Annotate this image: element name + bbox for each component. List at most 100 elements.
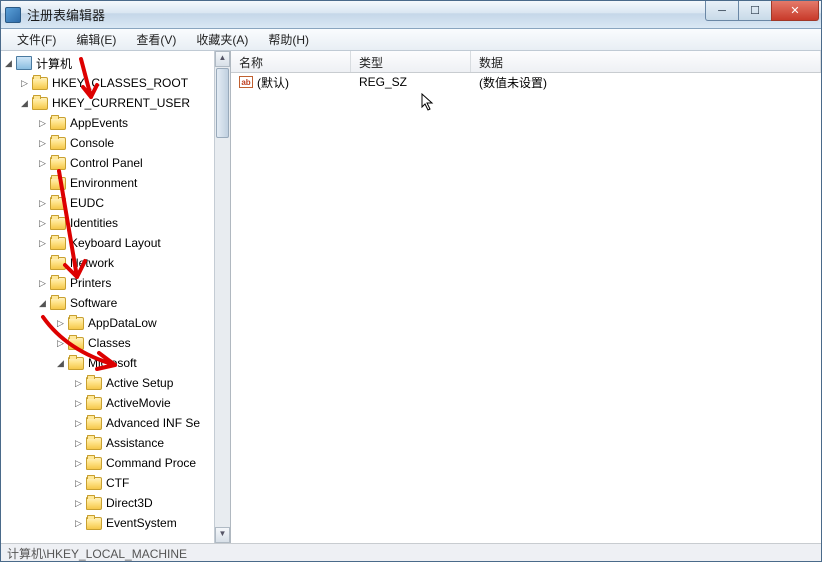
tree-assistance[interactable]: ▷ Assistance	[1, 433, 214, 453]
folder-icon	[50, 197, 66, 210]
scroll-thumb[interactable]	[216, 68, 229, 138]
computer-icon	[16, 56, 32, 70]
menu-file[interactable]: 文件(F)	[7, 29, 66, 50]
tree-label: Control Panel	[70, 156, 143, 170]
app-icon	[5, 7, 21, 23]
expander-icon[interactable]: ◢	[55, 358, 66, 369]
tree-label: HKEY_CLASSES_ROOT	[52, 76, 188, 90]
tree-label: Console	[70, 136, 114, 150]
expander-icon[interactable]: ▷	[37, 138, 48, 149]
folder-icon	[50, 157, 66, 170]
tree-label: Advanced INF Se	[106, 416, 200, 430]
tree-appevents[interactable]: ▷ AppEvents	[1, 113, 214, 133]
tree-hkcu[interactable]: ◢ HKEY_CURRENT_USER	[1, 93, 214, 113]
tree-software[interactable]: ◢ Software	[1, 293, 214, 313]
expander-icon[interactable]: ▷	[37, 218, 48, 229]
tree-identities[interactable]: ▷ Identities	[1, 213, 214, 233]
value-type: REG_SZ	[351, 74, 471, 90]
expander-icon[interactable]: ▷	[73, 498, 84, 509]
minimize-button[interactable]: ─	[705, 1, 739, 21]
expander-icon[interactable]: ◢	[37, 298, 48, 309]
list-row[interactable]: ab (默认) REG_SZ (数值未设置)	[231, 73, 821, 91]
folder-icon	[86, 497, 102, 510]
folder-icon	[68, 337, 84, 350]
statusbar: 计算机\HKEY_LOCAL_MACHINE	[1, 543, 821, 561]
content: ◢ 计算机 ▷ HKEY_CLASSES_ROOT ◢ HKEY_CURRENT…	[1, 51, 821, 543]
folder-icon	[32, 97, 48, 110]
close-button[interactable]: ✕	[771, 1, 819, 21]
registry-tree[interactable]: ◢ 计算机 ▷ HKEY_CLASSES_ROOT ◢ HKEY_CURRENT…	[1, 51, 214, 535]
tree-printers[interactable]: ▷ Printers	[1, 273, 214, 293]
tree-console[interactable]: ▷ Console	[1, 133, 214, 153]
tree-activemovie[interactable]: ▷ ActiveMovie	[1, 393, 214, 413]
expander-icon[interactable]: ▷	[73, 438, 84, 449]
value-data: (数值未设置)	[471, 73, 821, 92]
tree-label: CTF	[106, 476, 129, 490]
expander-icon[interactable]: ▷	[73, 518, 84, 529]
menu-edit[interactable]: 编辑(E)	[66, 29, 126, 50]
tree-activesetup[interactable]: ▷ Active Setup	[1, 373, 214, 393]
folder-icon	[50, 177, 66, 190]
tree-eudc[interactable]: ▷ EUDC	[1, 193, 214, 213]
menu-view[interactable]: 查看(V)	[126, 29, 186, 50]
tree-environment[interactable]: Environment	[1, 173, 214, 193]
expander-icon[interactable]: ◢	[19, 98, 30, 109]
tree-label: 计算机	[36, 55, 72, 72]
tree-advinf[interactable]: ▷ Advanced INF Se	[1, 413, 214, 433]
tree-cmdproc[interactable]: ▷ Command Proce	[1, 453, 214, 473]
expander-icon[interactable]: ◢	[3, 58, 14, 69]
value-list-pane: 名称 类型 数据 ab (默认) REG_SZ (数值未设置)	[231, 51, 821, 543]
tree-label: HKEY_CURRENT_USER	[52, 96, 190, 110]
expander-icon[interactable]: ▷	[73, 418, 84, 429]
menu-help[interactable]: 帮助(H)	[258, 29, 319, 50]
tree-label: Keyboard Layout	[70, 236, 161, 250]
tree-direct3d[interactable]: ▷ Direct3D	[1, 493, 214, 513]
menu-favorites[interactable]: 收藏夹(A)	[186, 29, 258, 50]
tree-label: ActiveMovie	[106, 396, 171, 410]
tree-scrollbar[interactable]: ▲ ▼	[214, 51, 230, 543]
tree-hkcr[interactable]: ▷ HKEY_CLASSES_ROOT	[1, 73, 214, 93]
folder-icon	[50, 137, 66, 150]
folder-icon	[86, 377, 102, 390]
tree-classes[interactable]: ▷ Classes	[1, 333, 214, 353]
folder-icon	[86, 517, 102, 530]
expander-icon[interactable]: ▷	[37, 158, 48, 169]
expander-icon[interactable]: ▷	[73, 398, 84, 409]
expander-icon[interactable]: ▷	[73, 378, 84, 389]
expander-icon[interactable]: ▷	[19, 78, 30, 89]
value-name: (默认)	[257, 74, 289, 91]
tree-controlpanel[interactable]: ▷ Control Panel	[1, 153, 214, 173]
maximize-button[interactable]: ☐	[738, 1, 772, 21]
tree-appdatalow[interactable]: ▷ AppDataLow	[1, 313, 214, 333]
expander-icon[interactable]	[37, 178, 48, 189]
tree-keyboard[interactable]: ▷ Keyboard Layout	[1, 233, 214, 253]
tree-label: Classes	[88, 336, 131, 350]
folder-icon	[86, 437, 102, 450]
expander-icon[interactable]: ▷	[37, 118, 48, 129]
expander-icon[interactable]: ▷	[73, 458, 84, 469]
menubar: 文件(F) 编辑(E) 查看(V) 收藏夹(A) 帮助(H)	[1, 29, 821, 51]
tree-ctf[interactable]: ▷ CTF	[1, 473, 214, 493]
col-header-type[interactable]: 类型	[351, 51, 471, 72]
folder-icon	[50, 237, 66, 250]
col-header-data[interactable]: 数据	[471, 51, 821, 72]
expander-icon[interactable]: ▷	[73, 478, 84, 489]
tree-microsoft[interactable]: ◢ Microsoft	[1, 353, 214, 373]
tree-network[interactable]: Network	[1, 253, 214, 273]
expander-icon[interactable]	[37, 258, 48, 269]
expander-icon[interactable]: ▷	[55, 318, 66, 329]
folder-icon	[50, 297, 66, 310]
expander-icon[interactable]: ▷	[37, 238, 48, 249]
scroll-up-button[interactable]: ▲	[215, 51, 230, 67]
expander-icon[interactable]: ▷	[37, 278, 48, 289]
expander-icon[interactable]: ▷	[37, 198, 48, 209]
tree-label: AppEvents	[70, 116, 128, 130]
list-body: ab (默认) REG_SZ (数值未设置)	[231, 73, 821, 91]
tree-eventsystem[interactable]: ▷ EventSystem	[1, 513, 214, 533]
expander-icon[interactable]: ▷	[55, 338, 66, 349]
tree-root-computer[interactable]: ◢ 计算机	[1, 53, 214, 73]
folder-icon	[68, 317, 84, 330]
scroll-down-button[interactable]: ▼	[215, 527, 230, 543]
col-header-name[interactable]: 名称	[231, 51, 351, 72]
tree-label: AppDataLow	[88, 316, 157, 330]
